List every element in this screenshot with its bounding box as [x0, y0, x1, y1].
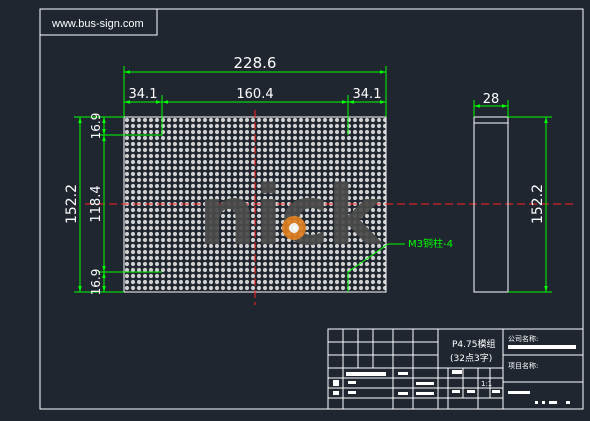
url-watermark-box: www.bus-sign.com	[39, 8, 158, 36]
cad-drawing-canvas: www.bus-sign.com nick 228.6 34.1 160.4 3…	[0, 0, 590, 421]
company-label: 公司名称:	[508, 334, 538, 343]
scale-label: 1:1	[481, 380, 492, 388]
callout-label: M3铜柱-4	[408, 237, 453, 250]
depth-label: 28	[483, 92, 500, 107]
led-module-side-view	[473, 116, 509, 293]
nick-logo-watermark: nick	[198, 169, 386, 264]
project-label: 项目名称:	[508, 361, 538, 370]
title-block-text: P4.75模组 (32点3字) 公司名称: 项目名称: 1:1	[333, 334, 576, 404]
top-margin-label: 16.9	[89, 113, 103, 140]
left-margin-label: 34.1	[129, 87, 158, 102]
bottom-margin-label: 16.9	[89, 269, 103, 296]
overall-width-label: 228.6	[234, 54, 277, 72]
module-name: P4.75模组	[452, 338, 495, 350]
right-margin-label: 34.1	[353, 87, 382, 102]
center-span-label: 160.4	[236, 87, 273, 102]
inner-height-label: 118.4	[89, 185, 104, 222]
side-height-label: 152.2	[530, 184, 546, 224]
url-text: www.bus-sign.com	[51, 18, 144, 30]
overall-height-label: 152.2	[64, 184, 80, 224]
module-spec: (32点3字)	[450, 352, 492, 364]
